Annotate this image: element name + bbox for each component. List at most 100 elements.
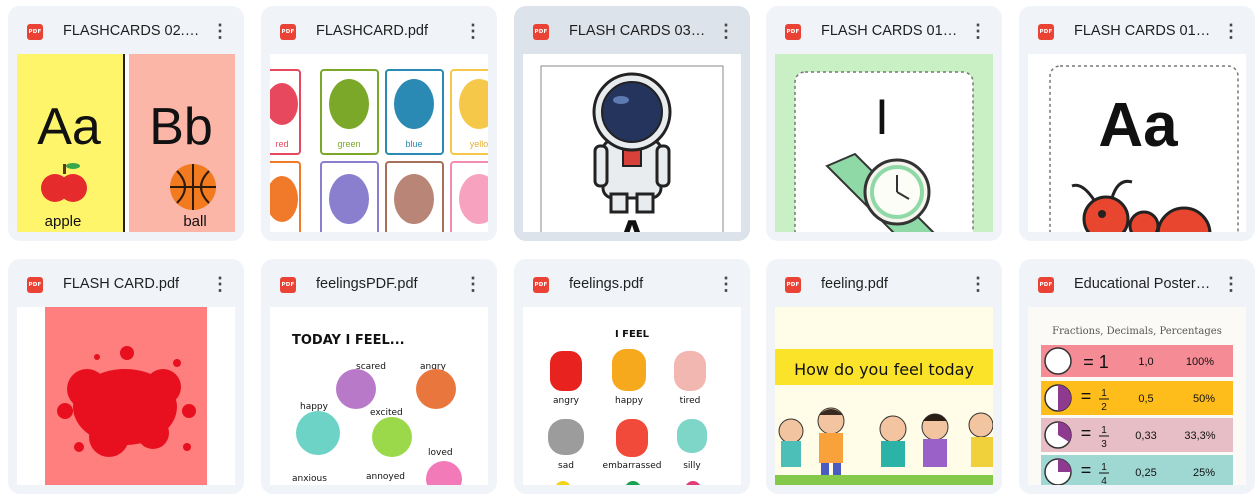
svg-text:2: 2 [1101,402,1107,413]
svg-text:100%: 100% [1186,356,1214,368]
file-card-flash-cards-01[interactable]: PDF FLASH CARDS 01.pdf ⋮ I [766,6,1002,241]
svg-text:0,5: 0,5 [1138,393,1153,405]
file-card-feelings[interactable]: PDF feelings.pdf ⋮ I FEEL angry happy ti… [514,259,750,494]
angry-face-icon [550,351,582,391]
svg-text:0,33: 0,33 [1135,430,1156,442]
card-header: PDF feeling.pdf ⋮ [766,259,1002,307]
svg-text:= 1: = 1 [1083,352,1109,372]
file-thumbnail[interactable]: I [775,54,993,232]
sheet-heading: TODAY I FEEL... [292,333,405,348]
svg-text:sad: sad [558,461,574,471]
pdf-file-icon: PDF [1038,24,1054,40]
svg-text:embarrassed: embarrassed [603,461,662,471]
more-actions-button[interactable]: ⋮ [712,17,740,45]
pdf-file-icon: PDF [533,24,549,40]
pdf-file-icon: PDF [1038,277,1054,293]
svg-text:blue: blue [405,139,422,149]
file-card-flash-card[interactable]: PDF FLASH CARD.pdf ⋮ [8,259,244,494]
card-header: PDF FLASHCARD.pdf ⋮ [261,6,497,54]
svg-text:=: = [1081,460,1092,480]
astronaut-icon [592,72,672,214]
file-thumbnail[interactable]: Aa [1028,54,1246,232]
pdf-file-icon: PDF [27,24,43,40]
card-header: PDF FLASH CARDS 01 .pdf ⋮ [1019,6,1255,54]
svg-text:1: 1 [1101,462,1107,473]
file-thumbnail[interactable]: Aa Bb apple ball [17,54,235,232]
file-name: feelingsPDF.pdf [316,276,418,292]
more-actions-button[interactable]: ⋮ [459,17,487,45]
loved-face-icon [426,461,462,485]
letter-i: I [875,89,889,145]
svg-text:yello: yello [470,139,488,149]
tired-face-icon [674,351,706,391]
file-name: FLASH CARDS 01 .pdf [1074,23,1214,39]
svg-text:25%: 25% [1193,467,1215,479]
more-actions-button[interactable]: ⋮ [964,17,992,45]
file-name: feeling.pdf [821,276,888,292]
file-name: Educational Posters.pdf [1074,276,1214,292]
svg-text:excited: excited [370,408,403,418]
card-header: PDF FLASH CARDS 03.pdf ⋮ [514,6,750,54]
silly-face-icon [677,419,707,453]
file-card-flashcard[interactable]: PDF FLASHCARD.pdf ⋮ red green blue yello [261,6,497,241]
card-header: PDF Educational Posters.pdf ⋮ [1019,259,1255,307]
svg-text:33,3%: 33,3% [1184,430,1215,442]
file-thumbnail[interactable] [17,307,235,485]
file-name: FLASHCARD.pdf [316,23,429,39]
word-apple: apple [45,213,82,230]
file-thumbnail[interactable]: A [523,54,741,232]
file-card-flash-cards-01b[interactable]: PDF FLASH CARDS 01 .pdf ⋮ Aa [1019,6,1255,241]
svg-text:3: 3 [1101,439,1107,450]
file-name: FLASH CARDS 03.pdf [569,23,709,39]
happy-face-icon [612,349,646,391]
more-actions-button[interactable]: ⋮ [206,17,234,45]
happy-face-icon [296,411,340,455]
file-name: FLASH CARD.pdf [63,276,180,292]
letter-aa: Aa [37,98,101,156]
svg-text:tired: tired [680,396,701,406]
file-thumbnail[interactable]: red green blue yello [270,54,488,232]
svg-text:4: 4 [1101,476,1107,485]
more-actions-button[interactable]: ⋮ [1217,270,1245,298]
scared-face-icon [336,369,376,409]
file-thumbnail[interactable]: TODAY I FEEL... scared angry happy excit… [270,307,488,485]
file-card-educational-posters[interactable]: PDF Educational Posters.pdf ⋮ Fractions,… [1019,259,1255,494]
pdf-file-icon: PDF [785,277,801,293]
more-actions-button[interactable]: ⋮ [459,270,487,298]
svg-text:angry: angry [553,396,580,406]
svg-text:50%: 50% [1193,393,1215,405]
file-thumbnail[interactable]: Fractions, Decimals, Percentages = 1 1,0… [1028,307,1246,485]
file-card-flash-cards-03[interactable]: PDF FLASH CARDS 03.pdf ⋮ A [514,6,750,241]
embarrassed-face-icon [616,419,648,457]
file-card-feeling[interactable]: PDF feeling.pdf ⋮ How do you feel today [766,259,1002,494]
word-ball: ball [183,213,206,230]
more-actions-button[interactable]: ⋮ [712,270,740,298]
pdf-file-icon: PDF [533,277,549,293]
file-name: FLASHCARDS 02.pdf [63,23,203,39]
excited-face-icon [372,417,412,457]
svg-text:0,25: 0,25 [1135,467,1156,479]
more-actions-button[interactable]: ⋮ [1217,17,1245,45]
letter-bb: Bb [149,98,213,156]
more-actions-button[interactable]: ⋮ [964,270,992,298]
svg-text:happy: happy [300,402,329,412]
svg-text:loved: loved [428,448,453,458]
file-thumbnail[interactable]: I FEEL angry happy tired sad embarrassed… [523,307,741,485]
svg-text:1: 1 [1101,388,1107,399]
svg-text:silly: silly [683,461,701,471]
svg-text:happy: happy [615,396,644,406]
svg-text:=: = [1081,386,1092,406]
poster-heading: Fractions, Decimals, Percentages [1052,326,1222,337]
banner-text: How do you feel today [794,360,974,379]
card-header: PDF FLASHCARDS 02.pdf ⋮ [8,6,244,54]
more-actions-button[interactable]: ⋮ [206,270,234,298]
card-header: PDF feelingsPDF.pdf ⋮ [261,259,497,307]
sheet-heading: I FEEL [615,329,650,340]
file-card-flashcards-02[interactable]: PDF FLASHCARDS 02.pdf ⋮ Aa Bb apple ball [8,6,244,241]
file-card-feelingspdf[interactable]: PDF feelingsPDF.pdf ⋮ TODAY I FEEL... sc… [261,259,497,494]
letter-a: A [616,211,648,232]
pdf-file-icon: PDF [280,277,296,293]
svg-text:anxious: anxious [292,474,327,484]
svg-text:1,0: 1,0 [1138,356,1153,368]
file-thumbnail[interactable]: How do you feel today [775,307,993,485]
